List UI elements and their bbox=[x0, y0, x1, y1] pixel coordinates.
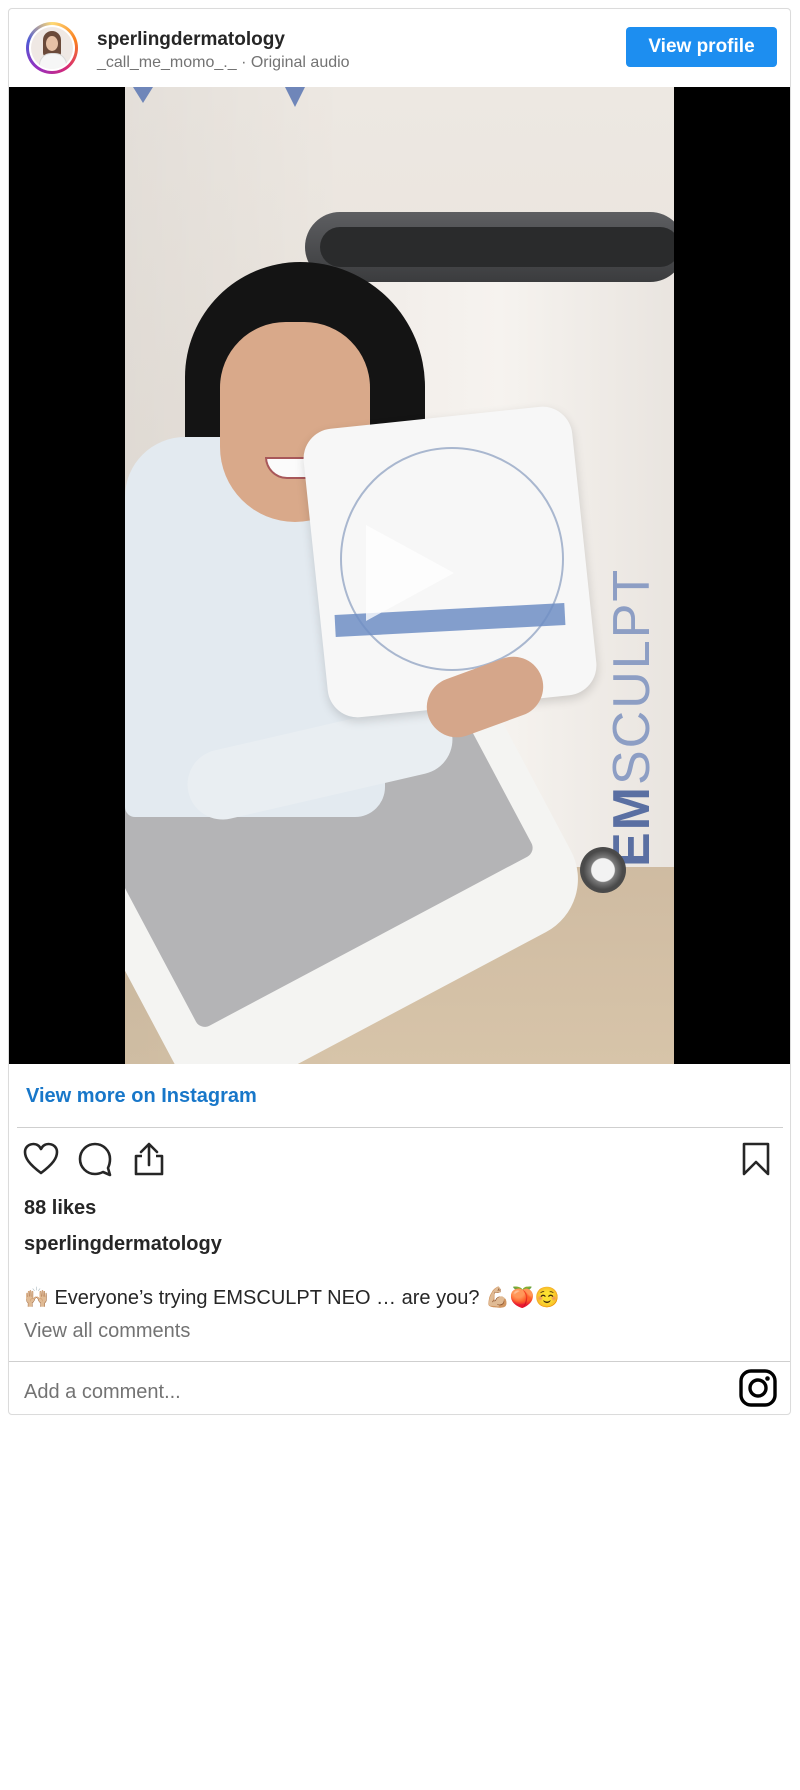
heart-icon[interactable] bbox=[21, 1139, 61, 1179]
view-profile-button[interactable]: View profile bbox=[626, 27, 777, 67]
avatar[interactable] bbox=[26, 22, 78, 74]
caption-text: 🙌🏼 Everyone’s trying EMSCULPT NEO … are … bbox=[24, 1287, 560, 1309]
view-all-comments-link[interactable]: View all comments bbox=[24, 1320, 190, 1343]
post-header: sperlingdermatology _call_me_momo_._ · O… bbox=[9, 9, 790, 87]
avatar-photo bbox=[31, 27, 73, 69]
comment-icon[interactable] bbox=[75, 1139, 115, 1179]
banner-decoration bbox=[285, 87, 305, 107]
audio-subline[interactable]: _call_me_momo_._ · Original audio bbox=[97, 54, 350, 72]
instagram-embed-card: sperlingdermatology _call_me_momo_._ · O… bbox=[8, 8, 791, 1415]
share-icon[interactable] bbox=[129, 1139, 169, 1179]
bookmark-icon[interactable] bbox=[736, 1139, 776, 1179]
caption-username[interactable]: sperlingdermatology bbox=[24, 1233, 222, 1256]
video-media[interactable]: EMSCULPT bbox=[9, 87, 790, 1064]
banner-decoration bbox=[133, 87, 153, 103]
play-icon[interactable] bbox=[366, 525, 454, 621]
machine-wheel bbox=[580, 847, 626, 893]
instagram-logo-icon[interactable] bbox=[738, 1368, 778, 1408]
username[interactable]: sperlingdermatology bbox=[97, 29, 285, 51]
action-bar bbox=[21, 1139, 169, 1179]
machine-brand-text: EMSCULPT bbox=[603, 567, 661, 867]
comment-input[interactable]: Add a comment... bbox=[24, 1381, 181, 1404]
likes-count[interactable]: 88 likes bbox=[24, 1197, 96, 1220]
divider bbox=[9, 1361, 790, 1362]
view-more-link[interactable]: View more on Instagram bbox=[26, 1085, 257, 1108]
divider bbox=[17, 1127, 783, 1128]
